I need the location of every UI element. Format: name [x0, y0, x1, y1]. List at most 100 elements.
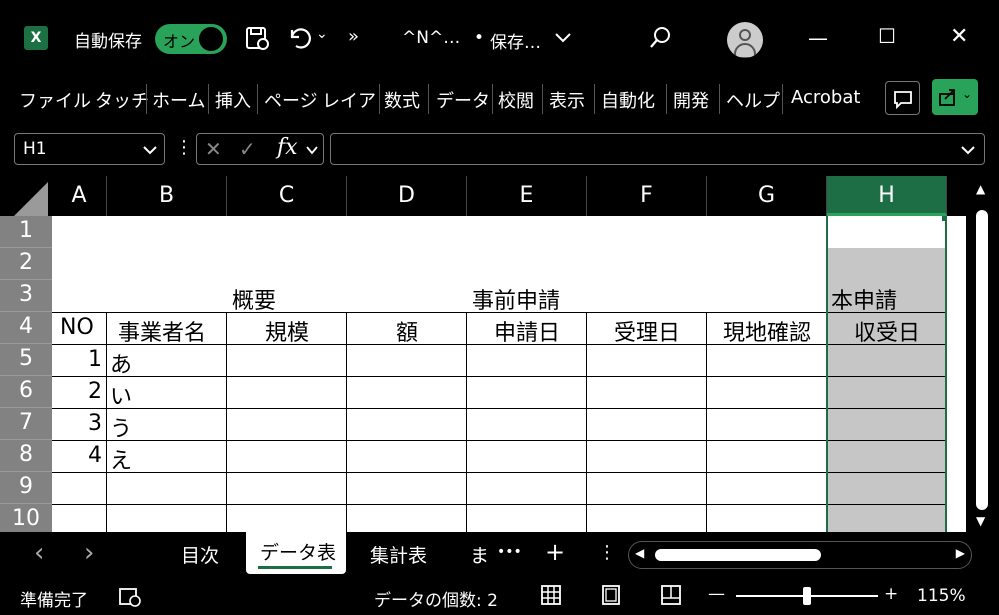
comments-button[interactable]: [885, 81, 920, 115]
column-header-e[interactable]: E: [467, 176, 587, 216]
cell-g4[interactable]: 現地確認: [707, 315, 827, 347]
cell-f4[interactable]: 受理日: [587, 315, 707, 347]
cell-a8[interactable]: 4: [52, 443, 102, 468]
share-button[interactable]: ⌄: [932, 79, 978, 115]
cell-b4[interactable]: 事業者名: [118, 315, 206, 347]
maximize-icon[interactable]: ☐: [878, 24, 896, 48]
search-icon[interactable]: [648, 26, 672, 54]
sheet-prev-icon[interactable]: ‹: [34, 538, 44, 568]
cell-c4[interactable]: 規模: [227, 315, 347, 347]
tab-home[interactable]: ホーム: [152, 87, 205, 113]
cell-h3[interactable]: 本申請: [831, 283, 897, 315]
column-header-c[interactable]: C: [227, 176, 347, 216]
enter-icon[interactable]: ✓: [239, 137, 256, 161]
formula-input[interactable]: [330, 133, 985, 165]
row-header-3[interactable]: 3: [0, 280, 52, 312]
row-header-1[interactable]: 1: [0, 216, 52, 248]
zoom-in-icon[interactable]: +: [884, 584, 898, 604]
cell-b6[interactable]: い: [110, 379, 132, 411]
ribbon-tabs: ファイル タッチ ホーム 挿入 ページ レイアウ 数式 データ 校閲 表示 自動…: [0, 76, 999, 124]
cell-a5[interactable]: 1: [52, 347, 102, 372]
cell-b5[interactable]: あ: [110, 347, 132, 379]
more-sheets-icon[interactable]: •••: [497, 544, 522, 560]
sheet-tab-index[interactable]: 目次: [181, 541, 219, 568]
name-box-chevron-down-icon: [143, 146, 157, 155]
row-header-9[interactable]: 9: [0, 472, 52, 504]
undo-icon[interactable]: [286, 24, 312, 54]
column-header-f[interactable]: F: [587, 176, 707, 216]
cell-a6[interactable]: 2: [52, 379, 102, 404]
tab-automate[interactable]: 自動化: [601, 87, 655, 113]
cell-h4[interactable]: 収受日: [827, 315, 947, 347]
tab-view[interactable]: 表示: [549, 87, 585, 113]
row-header-5[interactable]: 5: [0, 344, 52, 376]
column-header-i[interactable]: [947, 176, 966, 216]
scroll-up-icon[interactable]: ▲: [976, 182, 985, 196]
tab-developer[interactable]: 開発: [673, 87, 709, 113]
tab-page[interactable]: ページ: [264, 87, 318, 113]
zoom-slider-thumb[interactable]: [803, 587, 811, 605]
row-header-4[interactable]: 4: [0, 312, 52, 344]
formula-bar-grip-icon[interactable]: ⋮: [175, 137, 193, 158]
row-header-6[interactable]: 6: [0, 376, 52, 408]
sheet-tab-active[interactable]: データ表: [246, 532, 346, 574]
column-header-d[interactable]: D: [347, 176, 467, 216]
tab-data[interactable]: データ: [436, 87, 490, 113]
sheet-tab-truncated[interactable]: ま: [470, 541, 488, 568]
column-header-b[interactable]: B: [107, 176, 227, 216]
count-summary[interactable]: データの個数: 2: [374, 586, 498, 611]
horizontal-scroll-thumb[interactable]: [655, 549, 821, 561]
tab-layout[interactable]: レイアウ: [322, 87, 378, 113]
row-header-8[interactable]: 8: [0, 440, 52, 472]
close-icon[interactable]: ✕: [950, 24, 968, 49]
sheet-tab-summary[interactable]: 集計表: [370, 541, 427, 568]
tab-acrobat[interactable]: Acrobat: [791, 87, 860, 108]
more-commands-icon[interactable]: »: [348, 26, 359, 47]
column-header-h[interactable]: H: [827, 176, 947, 216]
cell-c3[interactable]: 概要: [232, 283, 276, 315]
cell-a4[interactable]: NO: [60, 315, 94, 340]
horizontal-scrollbar[interactable]: ◀ ▶: [628, 541, 972, 569]
cell-e3[interactable]: 事前申請: [472, 283, 560, 315]
worksheet-grid[interactable]: A B C D E F G H 1 2 3 4 5 6 7 8 9 10 概要 …: [0, 176, 966, 532]
row-header-10[interactable]: 10: [0, 504, 52, 532]
autosave-toggle[interactable]: オン: [155, 24, 227, 54]
insert-function-icon[interactable]: fx: [277, 135, 298, 160]
cell-e4[interactable]: 申請日: [467, 315, 587, 347]
document-title[interactable]: ^N^…: [402, 28, 460, 48]
sheet-next-icon[interactable]: ›: [84, 538, 94, 568]
tab-insert[interactable]: 挿入: [215, 87, 251, 113]
zoom-level[interactable]: 115%: [917, 586, 966, 606]
scroll-down-icon[interactable]: ▼: [976, 514, 985, 528]
tab-formulas[interactable]: 数式: [384, 87, 420, 113]
fill-handle[interactable]: [942, 216, 947, 221]
cancel-icon[interactable]: ✕: [205, 137, 222, 161]
avatar[interactable]: [727, 22, 763, 58]
name-box[interactable]: H1: [14, 133, 165, 165]
tab-file[interactable]: ファイル: [19, 87, 91, 113]
cell-b7[interactable]: う: [110, 411, 132, 443]
tab-touch[interactable]: タッチ: [95, 87, 149, 113]
column-header-a[interactable]: A: [52, 176, 107, 216]
scroll-left-icon[interactable]: ◀: [635, 546, 644, 560]
tab-review[interactable]: 校閲: [498, 87, 534, 113]
column-header-g[interactable]: G: [707, 176, 827, 216]
scroll-right-icon[interactable]: ▶: [956, 546, 965, 560]
add-sheet-icon[interactable]: +: [545, 538, 565, 566]
tab-help[interactable]: ヘルプ: [726, 87, 780, 113]
vertical-scrollbar[interactable]: ▲ ▼: [966, 176, 999, 532]
row-header-2[interactable]: 2: [0, 248, 52, 280]
select-all-button[interactable]: [0, 176, 52, 216]
cell-d4[interactable]: 額: [347, 315, 467, 347]
minimize-icon[interactable]: —: [808, 26, 828, 50]
save-icon[interactable]: [244, 25, 270, 55]
undo-dropdown-icon[interactable]: ⌄: [316, 26, 328, 42]
zoom-out-icon[interactable]: —: [708, 584, 725, 604]
cell-a7[interactable]: 3: [52, 411, 102, 436]
title-chevron-down-icon[interactable]: [553, 27, 573, 51]
vertical-scroll-thumb[interactable]: [976, 210, 988, 510]
tab-separator: [542, 84, 543, 114]
sheet-menu-icon[interactable]: ⋮: [598, 542, 616, 563]
row-header-7[interactable]: 7: [0, 408, 52, 440]
cell-b8[interactable]: え: [110, 443, 132, 475]
